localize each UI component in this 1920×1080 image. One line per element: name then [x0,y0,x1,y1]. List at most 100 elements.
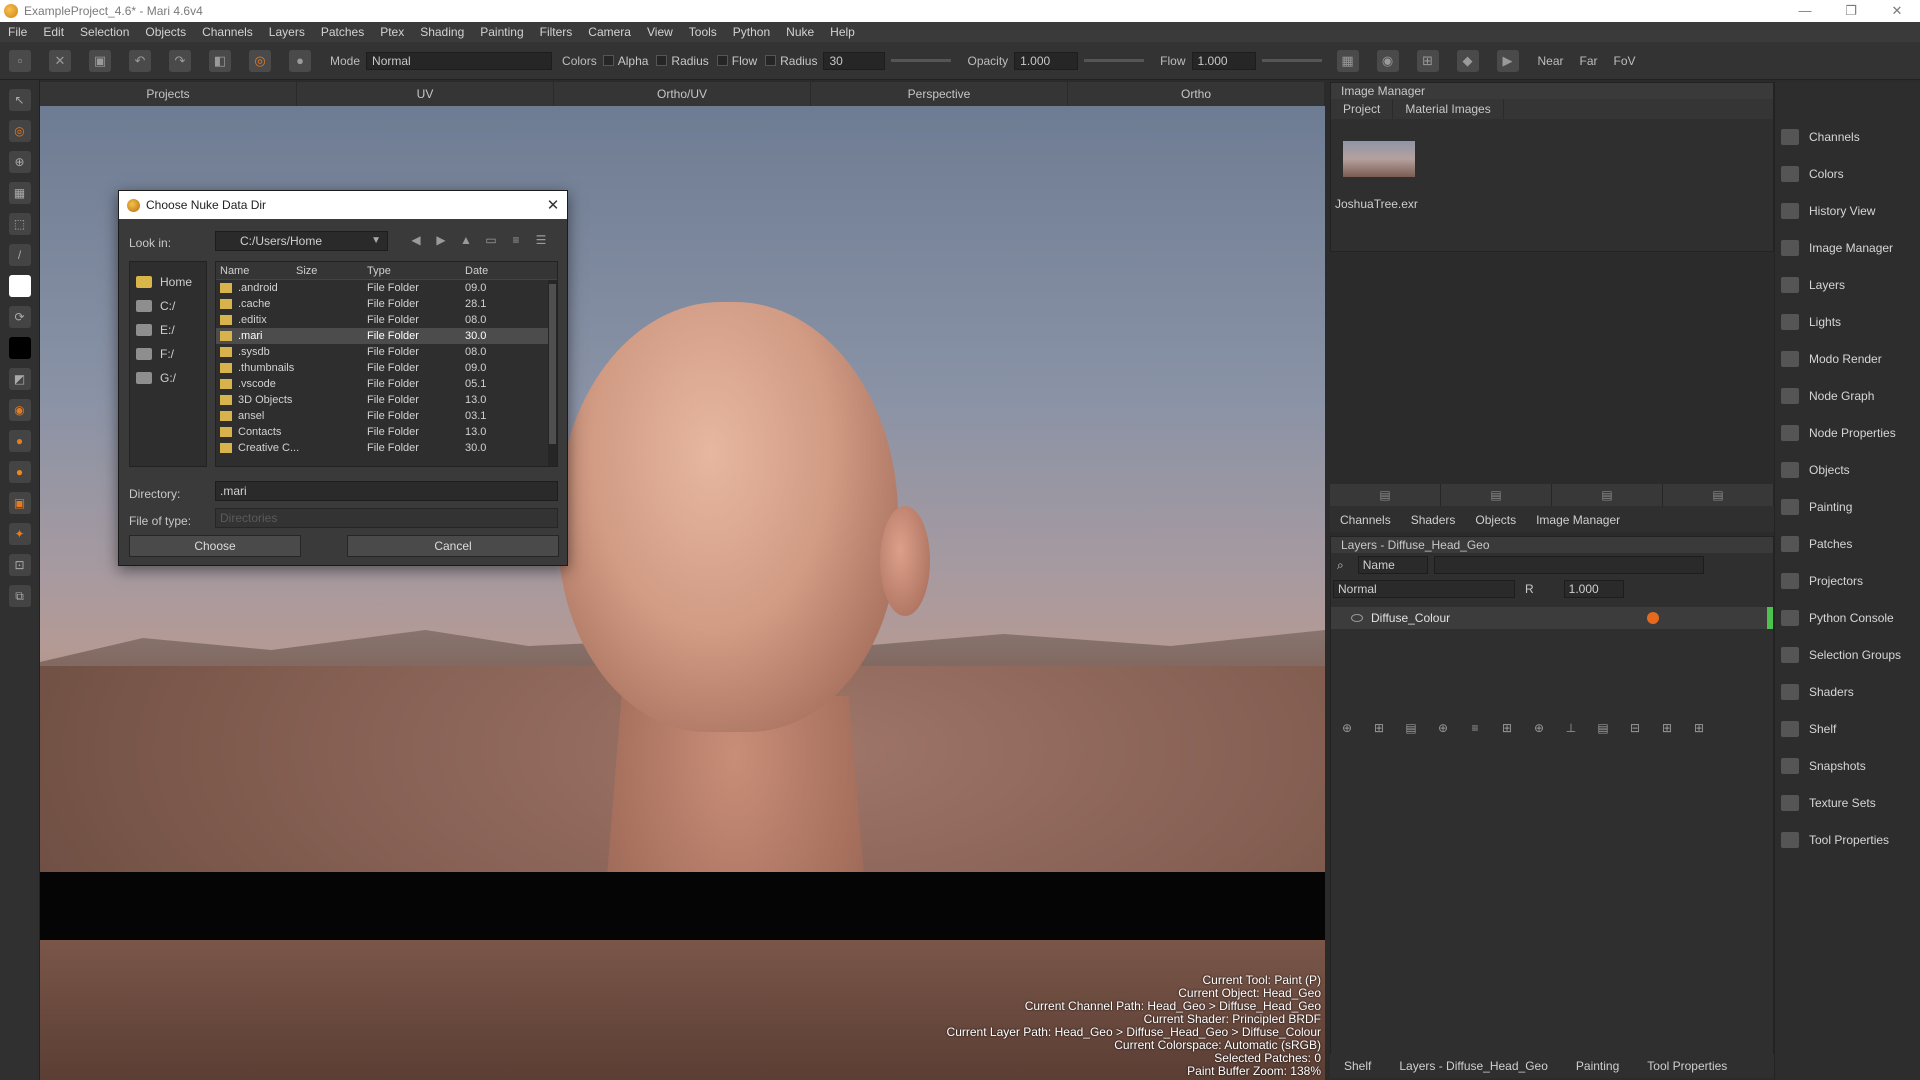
palette-texture-sets[interactable]: Texture Sets [1775,784,1920,821]
tab-painting[interactable]: Painting [1562,1054,1633,1078]
menu-nuke[interactable]: Nuke [778,25,822,39]
menu-camera[interactable]: Camera [580,25,639,39]
new-folder-icon[interactable]: ▭ [480,231,502,249]
merge-icon[interactable]: ⊥ [1555,717,1587,739]
objects-panel-icon[interactable]: ▤ [1552,484,1663,506]
file-row[interactable]: .mari File Folder 30.0 [216,328,557,344]
flow-slider[interactable] [1261,59,1322,62]
palette-objects[interactable]: Objects [1775,451,1920,488]
file-list-scrollbar[interactable] [548,280,557,466]
tab-material-images[interactable]: Material Images [1393,99,1504,119]
paint-target-icon[interactable]: ◎ [249,49,271,72]
close-file-icon[interactable]: ✕ [49,49,71,72]
layer-opacity-field[interactable]: 1.000 [1563,580,1624,598]
close-button[interactable]: ✕ [1874,3,1920,19]
place-c-drive[interactable]: C:/ [130,294,206,318]
undo-icon[interactable]: ↶ [129,49,151,72]
crop-tool-icon[interactable]: ⊡ [8,554,31,576]
channels-panel-icon[interactable]: ▤ [1330,484,1441,506]
redo-icon[interactable]: ↷ [169,49,191,72]
file-row[interactable]: .editix File Folder 08.0 [216,312,557,328]
palette-lights[interactable]: Lights [1775,303,1920,340]
minimize-button[interactable]: — [1782,3,1828,19]
cache-icon[interactable]: ⊟ [1619,717,1651,739]
tab-layers[interactable]: Layers - Diffuse_Head_Geo [1385,1054,1562,1078]
scrollbar-thumb[interactable] [549,284,556,444]
palette-projectors[interactable]: Projectors [1775,562,1920,599]
tab-image-manager[interactable]: Image Manager [1526,508,1630,532]
palette-history-view[interactable]: History View [1775,192,1920,229]
blend-mode-dropdown[interactable]: Normal [1333,580,1515,598]
film-icon[interactable]: ▶ [1496,49,1519,72]
add-procedural-icon[interactable]: ⊕ [1427,717,1459,739]
palette-painting[interactable]: Painting [1775,488,1920,525]
tab-projects[interactable]: Projects [40,82,297,106]
opacity-field[interactable]: 1.000 [1014,51,1079,70]
palette-modo-render[interactable]: Modo Render [1775,340,1920,377]
alpha-checkbox[interactable] [602,55,614,66]
visibility-eye-icon[interactable] [1351,614,1363,622]
palette-python-console[interactable]: Python Console [1775,599,1920,636]
menu-edit[interactable]: Edit [35,25,72,39]
swap-colors-icon[interactable]: ◩ [8,368,31,390]
image-manager-panel-icon[interactable]: ▤ [1663,484,1774,506]
palette-node-properties[interactable]: Node Properties [1775,414,1920,451]
tab-perspective[interactable]: Perspective [811,82,1068,106]
tab-channels[interactable]: Channels [1330,508,1401,532]
add-adjustment-icon[interactable]: ⊞ [1363,717,1395,739]
tab-shaders[interactable]: Shaders [1401,508,1466,532]
tab-ortho[interactable]: Ortho [1068,82,1325,106]
column-header-date[interactable]: Date [461,262,501,279]
up-folder-icon[interactable]: ▲ [455,231,477,249]
star-tool-icon[interactable]: ✦ [8,523,31,545]
add-mask-icon[interactable]: ≡ [1459,717,1491,739]
grid-icon[interactable]: ⊞ [1416,49,1439,72]
tab-ortho-uv[interactable]: Ortho/UV [554,82,811,106]
menu-layers[interactable]: Layers [261,25,313,39]
file-row[interactable]: Contacts File Folder 13.0 [216,424,557,440]
menu-shading[interactable]: Shading [412,25,472,39]
menu-file[interactable]: File [0,25,35,39]
paint-tool-icon[interactable]: ◎ [8,120,31,142]
palette-image-manager[interactable]: Image Manager [1775,229,1920,266]
black-swatch-icon[interactable] [8,337,31,359]
white-swatch-icon[interactable] [8,275,31,297]
flow-field[interactable]: 1.000 [1191,51,1256,70]
brush-tool-icon[interactable]: / [8,244,31,266]
add-group-icon[interactable]: ▤ [1395,717,1427,739]
layer-row-diffuse-colour[interactable]: Diffuse_Colour [1331,607,1773,629]
grid-tool-icon[interactable]: ▦ [8,182,31,204]
back-arrow-icon[interactable]: ◀ [405,231,427,249]
convert-icon[interactable]: ⊕ [1523,717,1555,739]
tab-uv[interactable]: UV [297,82,554,106]
column-header-type[interactable]: Type [361,262,461,279]
menu-python[interactable]: Python [725,25,778,39]
file-row[interactable]: .android File Folder 09.0 [216,280,557,296]
palette-selection-groups[interactable]: Selection Groups [1775,636,1920,673]
filter-by-dropdown[interactable]: Name [1357,556,1428,574]
palette-tool-properties[interactable]: Tool Properties [1775,821,1920,858]
menu-channels[interactable]: Channels [194,25,261,39]
place-f-drive[interactable]: F:/ [130,342,206,366]
file-row[interactable]: .vscode File Folder 05.1 [216,376,557,392]
file-row[interactable]: .cache File Folder 28.1 [216,296,557,312]
file-row[interactable]: ansel File Folder 03.1 [216,408,557,424]
maximize-button[interactable]: ❐ [1828,3,1874,19]
tab-objects[interactable]: Objects [1465,508,1526,532]
add-mask-stack-icon[interactable]: ⊞ [1491,717,1523,739]
forward-arrow-icon[interactable]: ▶ [430,231,452,249]
flatten-icon[interactable]: ▤ [1587,717,1619,739]
palette-snapshots[interactable]: Snapshots [1775,747,1920,784]
layer-filter-input[interactable] [1433,556,1704,574]
column-header-size[interactable]: Size [296,262,361,279]
cancel-button[interactable]: Cancel [347,535,559,557]
menu-painting[interactable]: Painting [472,25,531,39]
file-type-dropdown[interactable]: Directories [215,508,558,528]
palette-shaders[interactable]: Shaders [1775,673,1920,710]
image-thumbnail[interactable] [1343,141,1415,177]
choose-button[interactable]: Choose [129,535,301,557]
radius-pressure-checkbox[interactable] [765,55,777,66]
detail-view-icon[interactable]: ☰ [530,231,552,249]
menu-tools[interactable]: Tools [681,25,725,39]
menu-help[interactable]: Help [822,25,863,39]
